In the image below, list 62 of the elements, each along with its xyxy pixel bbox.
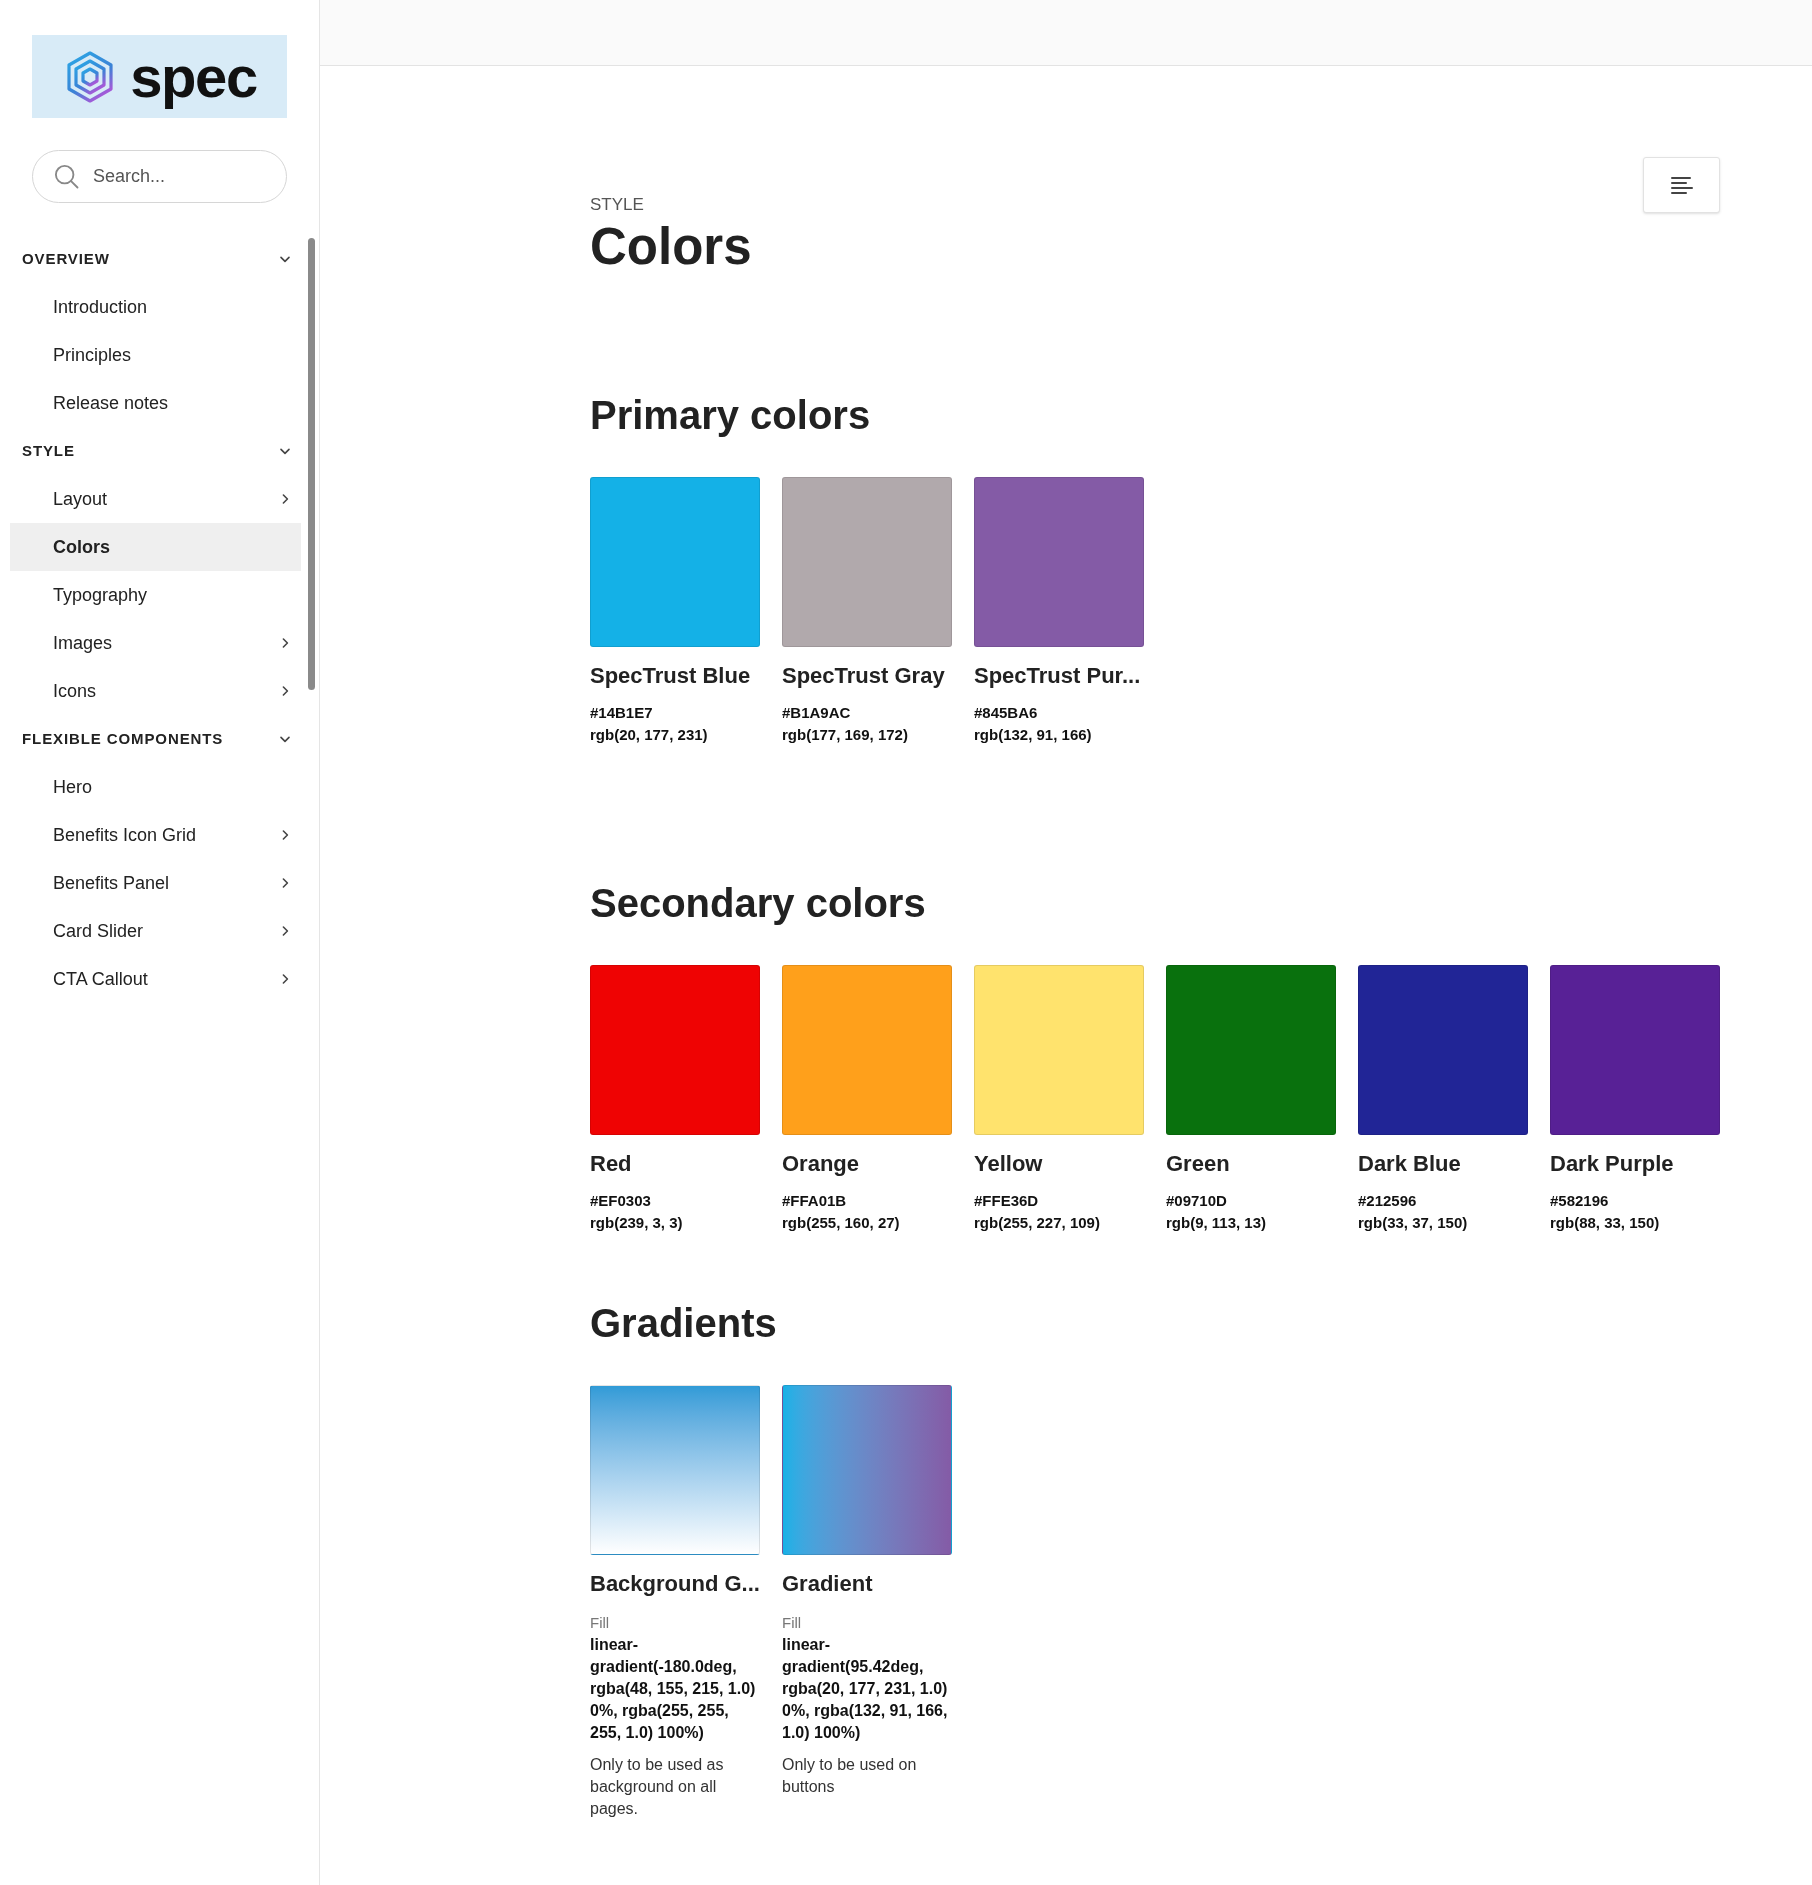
rgb-value: rgb(177, 169, 172) <box>782 725 909 745</box>
swatch-name: Gradient <box>782 1570 874 1598</box>
section-header[interactable]: FLEXIBLE COMPONENTS <box>10 715 301 763</box>
swatch-name: Red <box>590 1150 633 1178</box>
fill-label: Fill <box>590 1613 611 1633</box>
fill-value: linear-gradient(95.42deg, rgba(20, 177, 231, 1.0) 0%, rgba(132, 91, 166, 1.0) 100%) <box>782 1635 949 1743</box>
rgb-value: rgb(20, 177, 231) <box>590 725 709 745</box>
nav-item[interactable]: Release notes <box>10 379 301 427</box>
nav-item[interactable]: Card Slider <box>10 907 301 955</box>
hex-value: #FFE36D <box>974 1191 1040 1211</box>
logo[interactable]: spec <box>32 35 287 118</box>
swatch-name: Dark Blue <box>1358 1150 1462 1178</box>
nav-item[interactable]: CTA Callout <box>10 955 301 1003</box>
swatch-name: SpecTrust Blue <box>590 662 752 690</box>
rgb-value: rgb(88, 33, 150) <box>1550 1213 1661 1233</box>
hex-value: #212596 <box>1358 1191 1418 1211</box>
page-title: Colors <box>590 217 752 277</box>
nav-item[interactable]: Colors <box>10 523 301 571</box>
section-heading: Gradients <box>590 1300 778 1347</box>
hex-value: #582196 <box>1550 1191 1610 1211</box>
hex-value: #845BA6 <box>974 703 1039 723</box>
swatch-name: SpecTrust Gray <box>782 662 946 690</box>
hex-value: #EF0303 <box>590 1191 652 1211</box>
nav-item[interactable]: Layout <box>10 475 301 523</box>
rgb-value: rgb(33, 37, 150) <box>1358 1213 1469 1233</box>
rgb-value: rgb(255, 227, 109) <box>974 1213 1101 1233</box>
nav-item[interactable]: Benefits Icon Grid <box>10 811 301 859</box>
table-of-contents-button[interactable] <box>1643 157 1720 213</box>
text-align-icon <box>1669 175 1694 195</box>
swatch-name: Orange <box>782 1150 861 1178</box>
hex-value: #14B1E7 <box>590 703 654 723</box>
rgb-value: rgb(239, 3, 3) <box>590 1213 684 1233</box>
swatch-name: Dark Purple <box>1550 1150 1675 1178</box>
hex-value: #FFA01B <box>782 1191 848 1211</box>
search-input[interactable]: Search... <box>93 163 243 190</box>
usage-note: Only to be used on buttons <box>782 1755 918 1797</box>
nav-item[interactable]: Principles <box>10 331 301 379</box>
nav-item[interactable]: Icons <box>10 667 301 715</box>
nav-item[interactable]: Introduction <box>10 283 301 331</box>
nav-item[interactable]: Typography <box>10 571 301 619</box>
section-header[interactable]: STYLE <box>10 427 301 475</box>
rgb-value: rgb(255, 160, 27) <box>782 1213 901 1233</box>
section-heading: Secondary colors <box>590 880 927 927</box>
hex-value: #B1A9AC <box>782 703 852 723</box>
nav-item[interactable]: Hero <box>10 763 301 811</box>
section-header[interactable]: OVERVIEW <box>10 235 301 283</box>
fill-value: linear-gradient(-180.0deg, rgba(48, 155, 215, 1.0) 0%, rgba(255, 255, 255, 1.0) 100%) <box>590 1635 757 1743</box>
swatch-name: Background G... <box>590 1570 760 1598</box>
rgb-value: rgb(9, 113, 13) <box>1166 1213 1268 1233</box>
rgb-value: rgb(132, 91, 166) <box>974 725 1093 745</box>
swatch-name: SpecTrust Pur... <box>974 662 1142 690</box>
swatch-name: Green <box>1166 1150 1231 1178</box>
nav-item[interactable]: Images <box>10 619 301 667</box>
usage-note: Only to be used as background on all pages. <box>590 1755 725 1819</box>
swatch-name: Yellow <box>974 1150 1044 1178</box>
section-heading: Primary colors <box>590 392 872 439</box>
nav-item[interactable]: Benefits Panel <box>10 859 301 907</box>
scrollbar[interactable] <box>308 238 315 690</box>
hex-value: #09710D <box>1166 1191 1228 1211</box>
eyebrow-label: STYLE <box>590 194 645 216</box>
fill-label: Fill <box>782 1613 803 1633</box>
search-icon <box>53 162 81 191</box>
